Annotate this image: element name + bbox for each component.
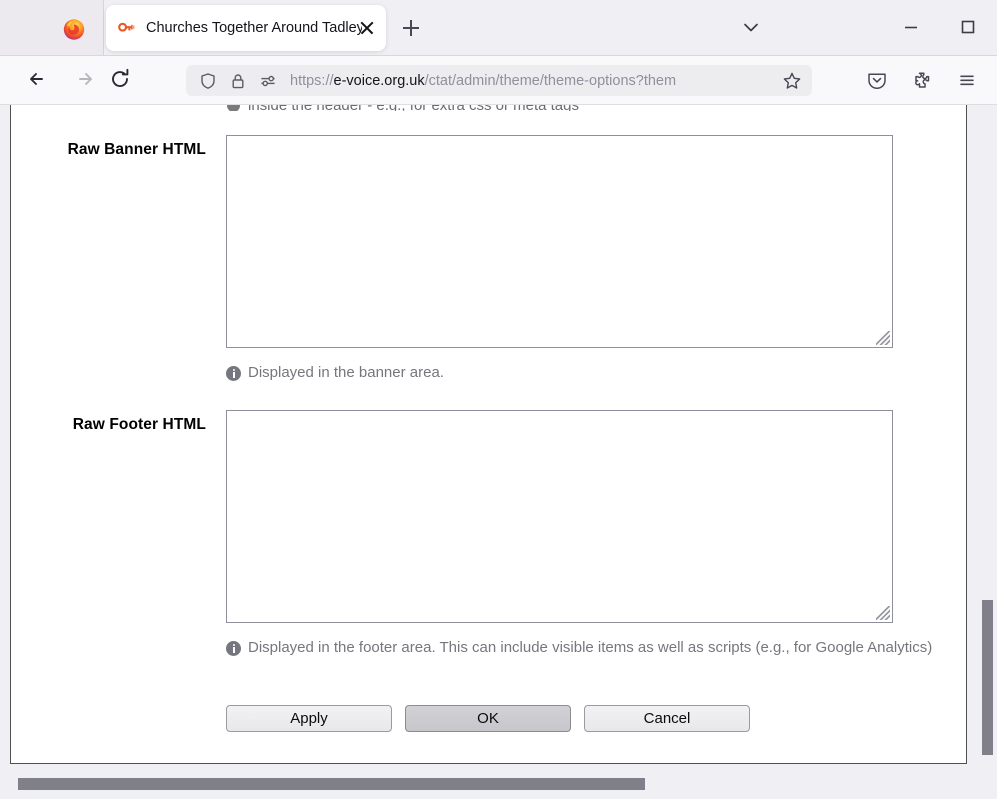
url-bar[interactable]: https://e-voice.org.uk/ctat/admin/theme/…: [186, 65, 812, 96]
raw-footer-html-textarea[interactable]: [226, 410, 893, 623]
url-host: e-voice.org.uk: [333, 72, 425, 89]
raw-footer-html-help-text: Displayed in the footer area. This can i…: [248, 639, 933, 656]
url-path: /ctat/admin/theme/theme-options?them: [424, 72, 677, 89]
cancel-button[interactable]: Cancel: [584, 705, 750, 732]
raw-banner-html-label: Raw Banner HTML: [67, 141, 206, 158]
forward-button[interactable]: [68, 63, 100, 95]
pocket-save-icon[interactable]: [862, 65, 892, 95]
tab-strip: Churches Together Around Tadley: [0, 0, 997, 56]
url-scheme: https://: [290, 72, 334, 89]
info-icon: [226, 641, 241, 656]
tabstrip-left-region: [0, 0, 104, 55]
textarea-resize-handle[interactable]: [876, 606, 890, 620]
textarea-resize-handle[interactable]: [876, 331, 890, 345]
apply-button[interactable]: Apply: [226, 705, 392, 732]
permissions-sliders-icon[interactable]: [258, 71, 278, 91]
raw-footer-html-help: Displayed in the footer area. This can i…: [226, 638, 956, 657]
reload-button[interactable]: [104, 63, 136, 95]
raw-banner-html-textarea[interactable]: [226, 135, 893, 348]
tab-favicon-icon: [118, 20, 135, 37]
cut-off-option-row: inside the header - e.g., for extra css …: [227, 105, 579, 111]
minimize-window-button[interactable]: [895, 11, 927, 43]
list-all-tabs-button[interactable]: [735, 11, 767, 43]
bookmark-star-icon[interactable]: [780, 69, 804, 93]
radio-button-icon[interactable]: [227, 105, 240, 111]
raw-footer-html-label: Raw Footer HTML: [72, 416, 206, 433]
info-icon: [226, 366, 241, 381]
raw-banner-html-help: Displayed in the banner area.: [226, 363, 956, 382]
theme-options-panel: inside the header - e.g., for extra css …: [10, 105, 967, 764]
page-viewport: inside the header - e.g., for extra css …: [0, 105, 997, 799]
form-actions: Apply OK Cancel: [226, 705, 750, 732]
vertical-scrollbar-thumb[interactable]: [982, 600, 993, 755]
tab-close-icon[interactable]: [358, 19, 376, 37]
browser-tab[interactable]: Churches Together Around Tadley: [106, 5, 386, 51]
shield-icon[interactable]: [198, 71, 218, 91]
firefox-logo-icon: [62, 17, 86, 41]
maximize-window-button[interactable]: [952, 11, 984, 43]
cut-off-option-label: inside the header - e.g., for extra css …: [248, 105, 579, 111]
padlock-icon[interactable]: [228, 71, 248, 91]
browser-window: Churches Together Around Tadley https://…: [0, 0, 997, 799]
new-tab-button[interactable]: [396, 13, 426, 43]
navigation-toolbar: https://e-voice.org.uk/ctat/admin/theme/…: [0, 56, 997, 105]
raw-banner-html-help-text: Displayed in the banner area.: [248, 364, 444, 381]
puzzle-piece-icon[interactable]: [908, 65, 938, 95]
horizontal-scrollbar-thumb[interactable]: [18, 778, 645, 790]
tab-title: Churches Together Around Tadley: [146, 20, 362, 36]
back-button[interactable]: [22, 63, 54, 95]
hamburger-menu-icon[interactable]: [952, 65, 982, 95]
ok-button[interactable]: OK: [405, 705, 571, 732]
url-text[interactable]: https://e-voice.org.uk/ctat/admin/theme/…: [290, 73, 780, 89]
